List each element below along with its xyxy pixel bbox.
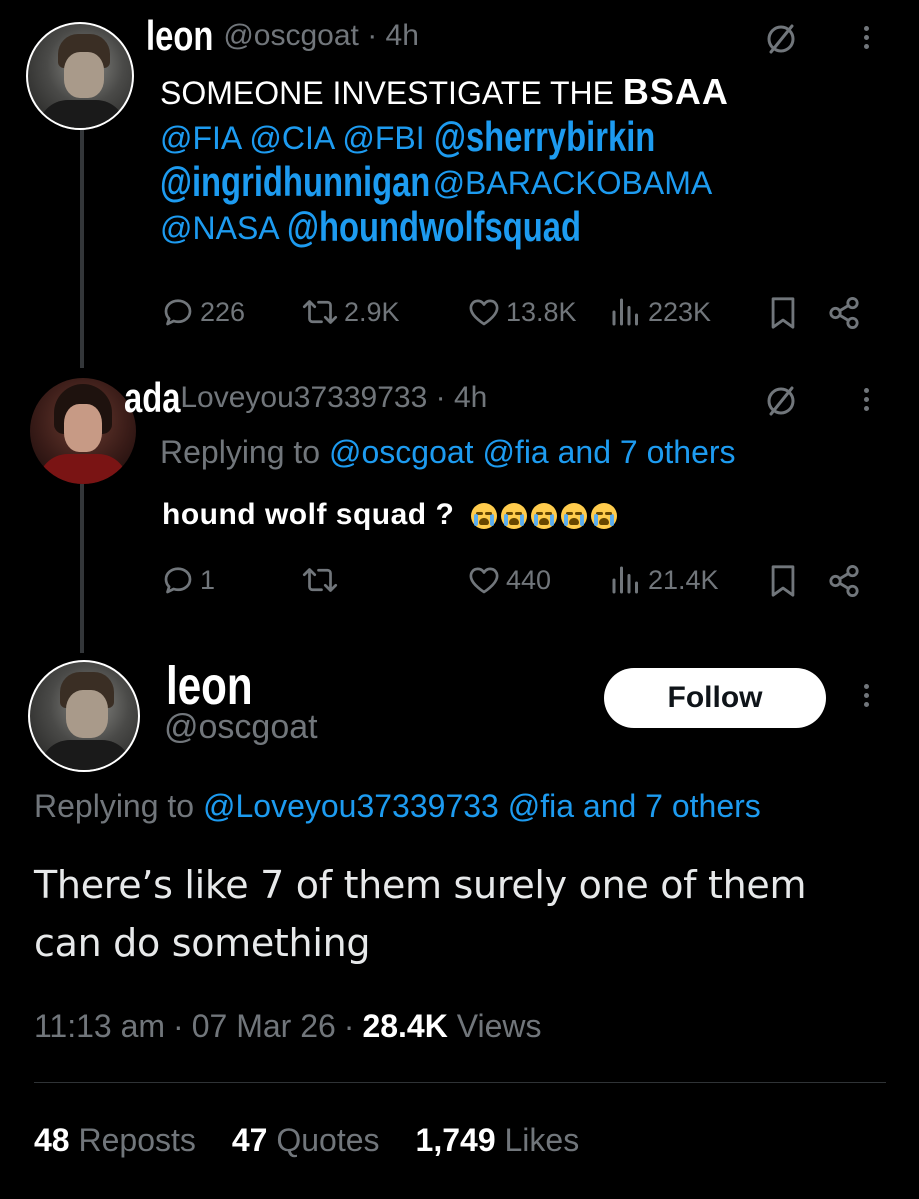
heart-icon xyxy=(469,299,499,326)
repost-button[interactable] xyxy=(300,562,340,598)
views-icon xyxy=(612,566,638,594)
display-name[interactable]: leon xyxy=(166,656,253,716)
views-button[interactable]: 223K xyxy=(608,294,711,330)
mention-link[interactable]: @FBI xyxy=(342,120,424,156)
timestamp[interactable]: 4h xyxy=(386,19,419,53)
reply-count: 1 xyxy=(200,564,216,595)
mention-link[interactable]: @sherrybirkin xyxy=(434,115,655,159)
display-name[interactable]: ada xyxy=(124,374,180,422)
timestamp[interactable]: 4h xyxy=(454,381,487,415)
thread-line xyxy=(80,478,84,653)
follow-button[interactable]: Follow xyxy=(604,668,826,728)
handle[interactable]: @oscgoat xyxy=(223,19,359,53)
bookmark-icon[interactable] xyxy=(768,296,798,330)
avatar[interactable] xyxy=(30,378,136,484)
like-count: 13.8K xyxy=(506,296,577,327)
handle[interactable]: Loveyou37339733 xyxy=(180,381,427,415)
reply-icon xyxy=(164,567,192,594)
divider xyxy=(34,1082,886,1083)
mention-link[interactable]: @BARACKOBAMA xyxy=(433,165,713,201)
more-options-icon[interactable] xyxy=(864,26,870,53)
mention-link[interactable]: @NASA xyxy=(160,210,278,246)
tweet-text-line: can do something xyxy=(34,921,371,965)
repost-button[interactable]: 2.9K xyxy=(300,294,400,330)
views-button[interactable]: 21.4K xyxy=(608,562,719,598)
like-button[interactable]: 13.8K xyxy=(466,294,577,330)
bold-text: BSAA xyxy=(622,71,729,112)
share-icon[interactable] xyxy=(826,564,862,598)
reply-count: 226 xyxy=(200,296,246,327)
replying-mentions-link[interactable]: @Loveyou37339733 @fia and 7 others xyxy=(203,788,761,824)
tweet-text-line: hound wolf squad ? xyxy=(162,498,455,531)
tweet-text: SOMEONE INVESTIGATE THE BSAA @FIA @CIA @… xyxy=(160,70,729,250)
separator: · xyxy=(358,19,386,52)
mention-link[interactable]: @CIA xyxy=(249,120,333,156)
like-button[interactable]: 440 xyxy=(466,562,551,598)
views-count: 223K xyxy=(648,296,712,327)
separator: · xyxy=(427,381,454,414)
share-icon[interactable] xyxy=(826,296,862,330)
repost-count: 2.9K xyxy=(344,296,400,327)
views-count: 21.4K xyxy=(648,564,719,595)
reposts-stat[interactable]: 48 Reposts xyxy=(34,1122,196,1159)
repost-icon xyxy=(302,300,338,324)
tweet-text-line: There’s like 7 of them surely one of the… xyxy=(34,863,807,907)
tweet-text: hound wolf squad ? xyxy=(162,498,618,532)
engagement-stats: 48 Reposts 47 Quotes 1,749 Likes xyxy=(34,1122,579,1159)
avatar[interactable] xyxy=(28,660,140,772)
mention-link[interactable]: @houndwolfsquad xyxy=(287,205,581,249)
mention-link[interactable]: @FIA xyxy=(160,120,241,156)
views-icon xyxy=(612,298,638,326)
reply-icon xyxy=(164,299,192,326)
replying-mentions-link[interactable]: @oscgoat @fia and 7 others xyxy=(329,434,736,470)
replying-to: Replying to @oscgoat @fia and 7 others xyxy=(160,434,736,470)
crying-face-emoji xyxy=(467,498,618,531)
handle[interactable]: @oscgoat xyxy=(164,708,318,747)
reply-button[interactable]: 1 xyxy=(160,562,215,598)
grok-icon[interactable] xyxy=(764,384,798,418)
more-options-icon[interactable] xyxy=(864,684,870,711)
repost-icon xyxy=(302,568,338,592)
replying-to: Replying to @Loveyou37339733 @fia and 7 … xyxy=(34,788,761,824)
date[interactable]: 07 Mar 26 xyxy=(192,1008,336,1045)
grok-icon[interactable] xyxy=(764,22,798,56)
views-count: 28.4K xyxy=(362,1008,448,1044)
mention-link[interactable]: @ingridhunnigan xyxy=(160,160,430,204)
bookmark-icon[interactable] xyxy=(768,564,798,598)
avatar[interactable] xyxy=(26,22,134,130)
display-name[interactable]: leon xyxy=(146,12,213,60)
tweet-meta: 11:13 am · 07 Mar 26 · 28.4K Views xyxy=(34,1008,542,1045)
thread-line xyxy=(80,128,84,368)
like-count: 440 xyxy=(506,564,552,595)
reply-button[interactable]: 226 xyxy=(160,294,245,330)
heart-icon xyxy=(469,567,499,594)
likes-stat[interactable]: 1,749 Likes xyxy=(416,1122,580,1159)
time[interactable]: 11:13 am xyxy=(34,1008,165,1045)
views-label: Views xyxy=(447,1008,542,1044)
tweet-text-line: SOMEONE INVESTIGATE THE xyxy=(160,75,623,111)
tweet-text: There’s like 7 of them surely one of the… xyxy=(34,856,807,972)
quotes-stat[interactable]: 47 Quotes xyxy=(232,1122,380,1159)
more-options-icon[interactable] xyxy=(864,388,870,415)
